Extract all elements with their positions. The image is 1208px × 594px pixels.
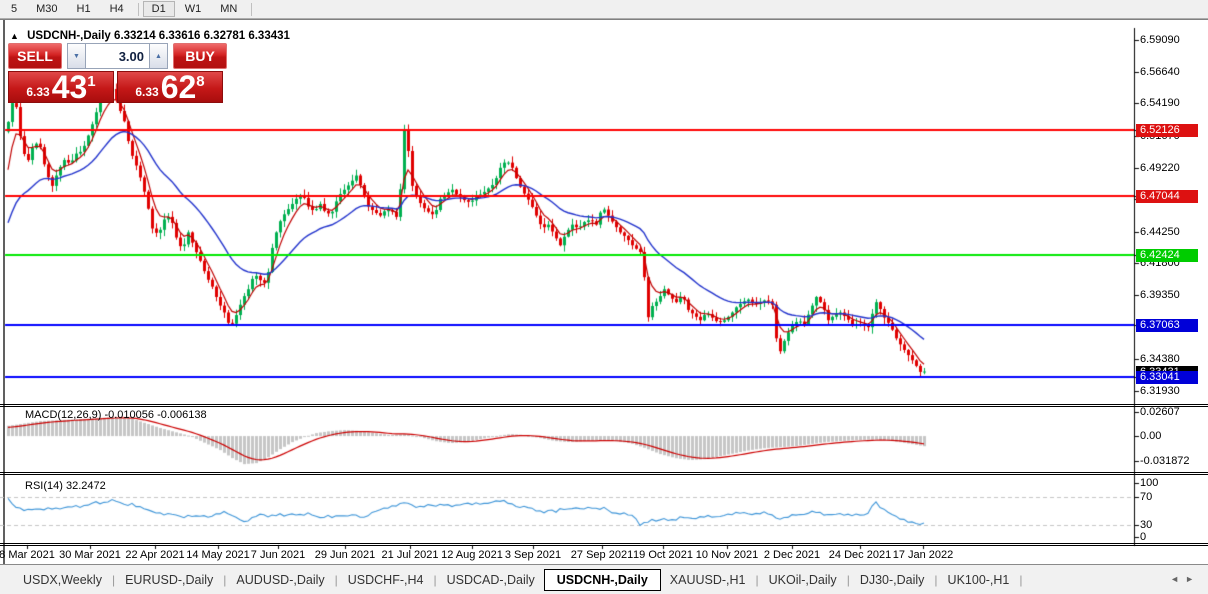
level-price-badge[interactable]: 6.47044 bbox=[1136, 190, 1198, 203]
price-axis-tick: 6.39350 bbox=[1140, 289, 1180, 302]
buy-price-display[interactable]: 6.33 62 8 bbox=[117, 71, 223, 103]
chart-ohlc-values: 6.33214 6.33616 6.32781 6.33431 bbox=[114, 30, 290, 42]
price-axis-tick: 6.44250 bbox=[1140, 226, 1180, 239]
macd-axis-tick: 0.00 bbox=[1140, 430, 1161, 443]
date-axis-label: 24 Dec 2021 bbox=[829, 549, 891, 561]
pane-separator-line[interactable] bbox=[0, 474, 1208, 475]
tab-usdcnh-daily[interactable]: USDCNH-,Daily bbox=[544, 569, 661, 591]
date-axis-label: 29 Jun 2021 bbox=[315, 549, 376, 561]
date-axis-label: 12 Aug 2021 bbox=[441, 549, 503, 561]
collapse-triangle-icon[interactable]: ▲ bbox=[10, 31, 19, 41]
pane-separator-line[interactable] bbox=[0, 543, 1208, 544]
volume-decrease-button[interactable]: ▼ bbox=[67, 43, 86, 69]
date-axis-label: 17 Jan 2022 bbox=[893, 549, 954, 561]
volume-increase-button[interactable]: ▲ bbox=[149, 43, 168, 69]
tab-scroll-arrows[interactable]: ◄► bbox=[1170, 574, 1200, 584]
pane-separator-line[interactable] bbox=[0, 404, 1208, 405]
date-axis-label: 27 Sep 2021 bbox=[571, 549, 633, 561]
date-axis-label: 2 Dec 2021 bbox=[764, 549, 820, 561]
tab-uk100-h1[interactable]: UK100-,H1 bbox=[939, 570, 1019, 590]
price-axis-tick: 6.31930 bbox=[1140, 385, 1180, 398]
chart-tab-bar: USDX,Weekly|EURUSD-,Daily|AUDUSD-,Daily|… bbox=[0, 564, 1208, 594]
tab-separator: | bbox=[847, 573, 850, 587]
buy-price-point: 8 bbox=[196, 73, 204, 90]
date-axis-label: 10 Nov 2021 bbox=[696, 549, 758, 561]
chart-symbol-label: USDCNH-,Daily bbox=[27, 30, 111, 42]
rsi-indicator-label: RSI(14) 32.2472 bbox=[25, 480, 106, 492]
date-axis-label: 7 Jun 2021 bbox=[251, 549, 305, 561]
tab-separator: | bbox=[1019, 573, 1022, 587]
one-click-trade-panel: SELL ▼ 3.00 ▲ BUY 6.33 43 1 6.33 62 8 bbox=[8, 43, 227, 103]
level-price-badge[interactable]: 6.33041 bbox=[1136, 371, 1198, 384]
date-axis-label: 8 Mar 2021 bbox=[0, 549, 55, 561]
chevron-up-icon: ▲ bbox=[155, 53, 162, 60]
macd-indicator-label: MACD(12,26,9) -0.010056 -0.006138 bbox=[25, 409, 207, 421]
macd-axis-tick: -0.031872 bbox=[1140, 455, 1190, 468]
sell-price-prefix: 6.33 bbox=[26, 85, 49, 99]
volume-stepper: ▼ 3.00 ▲ bbox=[67, 43, 168, 69]
rsi-axis-tick: 0 bbox=[1140, 531, 1146, 544]
tab-dj30-daily[interactable]: DJ30-,Daily bbox=[851, 570, 934, 590]
rsi-axis-tick: 70 bbox=[1140, 491, 1152, 504]
tab-separator: | bbox=[756, 573, 759, 587]
chart-title: ▲ USDCNH-,Daily 6.33214 6.33616 6.32781 … bbox=[10, 30, 290, 42]
price-axis-tick: 6.34380 bbox=[1140, 353, 1180, 366]
date-axis-label: 14 May 2021 bbox=[186, 549, 250, 561]
level-price-badge[interactable]: 6.37063 bbox=[1136, 319, 1198, 332]
tab-usdchf-h4[interactable]: USDCHF-,H4 bbox=[339, 570, 433, 590]
volume-input[interactable]: 3.00 bbox=[86, 43, 149, 69]
buy-price-prefix: 6.33 bbox=[135, 85, 158, 99]
price-axis-tick: 6.49220 bbox=[1140, 162, 1180, 175]
date-axis-label: 21 Jul 2021 bbox=[382, 549, 439, 561]
tab-separator: | bbox=[433, 573, 436, 587]
date-axis-label: 19 Oct 2021 bbox=[633, 549, 693, 561]
sell-button[interactable]: SELL bbox=[8, 43, 62, 69]
date-axis-label: 22 Apr 2021 bbox=[125, 549, 184, 561]
tab-usdcad-daily[interactable]: USDCAD-,Daily bbox=[438, 570, 544, 590]
sell-price-display[interactable]: 6.33 43 1 bbox=[8, 71, 114, 103]
date-axis-label: 3 Sep 2021 bbox=[505, 549, 561, 561]
pane-separator-line[interactable] bbox=[0, 406, 1208, 407]
date-axis-label: 30 Mar 2021 bbox=[59, 549, 121, 561]
tab-separator: | bbox=[223, 573, 226, 587]
sell-price-pips: 43 bbox=[52, 73, 88, 101]
tab-separator: | bbox=[934, 573, 937, 587]
tab-separator: | bbox=[335, 573, 338, 587]
rsi-axis-tick: 100 bbox=[1140, 477, 1158, 490]
level-price-badge[interactable]: 6.52126 bbox=[1136, 124, 1198, 137]
level-price-badge[interactable]: 6.42424 bbox=[1136, 249, 1198, 262]
tab-separator: | bbox=[112, 573, 115, 587]
tab-audusd-daily[interactable]: AUDUSD-,Daily bbox=[227, 570, 333, 590]
tab-usdx-weekly[interactable]: USDX,Weekly bbox=[14, 570, 111, 590]
price-axis-tick: 6.54190 bbox=[1140, 97, 1180, 110]
buy-button[interactable]: BUY bbox=[173, 43, 227, 69]
pane-separator-line[interactable] bbox=[0, 545, 1208, 546]
price-axis-tick: 6.59090 bbox=[1140, 34, 1180, 47]
macd-axis-tick: 0.02607 bbox=[1140, 406, 1180, 419]
tab-ukoil-daily[interactable]: UKOil-,Daily bbox=[760, 570, 846, 590]
chevron-down-icon: ▼ bbox=[73, 53, 80, 60]
price-axis-tick: 6.56640 bbox=[1140, 66, 1180, 79]
tab-eurusd-daily[interactable]: EURUSD-,Daily bbox=[116, 570, 222, 590]
tab-xauusd-h1[interactable]: XAUUSD-,H1 bbox=[661, 570, 755, 590]
pane-separator-line[interactable] bbox=[0, 472, 1208, 473]
trading-terminal: 5M30H1H4D1W1MN ▲ USDCNH-,Daily 6.33214 6… bbox=[0, 0, 1208, 594]
buy-price-pips: 62 bbox=[161, 73, 197, 101]
sell-price-point: 1 bbox=[87, 73, 95, 90]
